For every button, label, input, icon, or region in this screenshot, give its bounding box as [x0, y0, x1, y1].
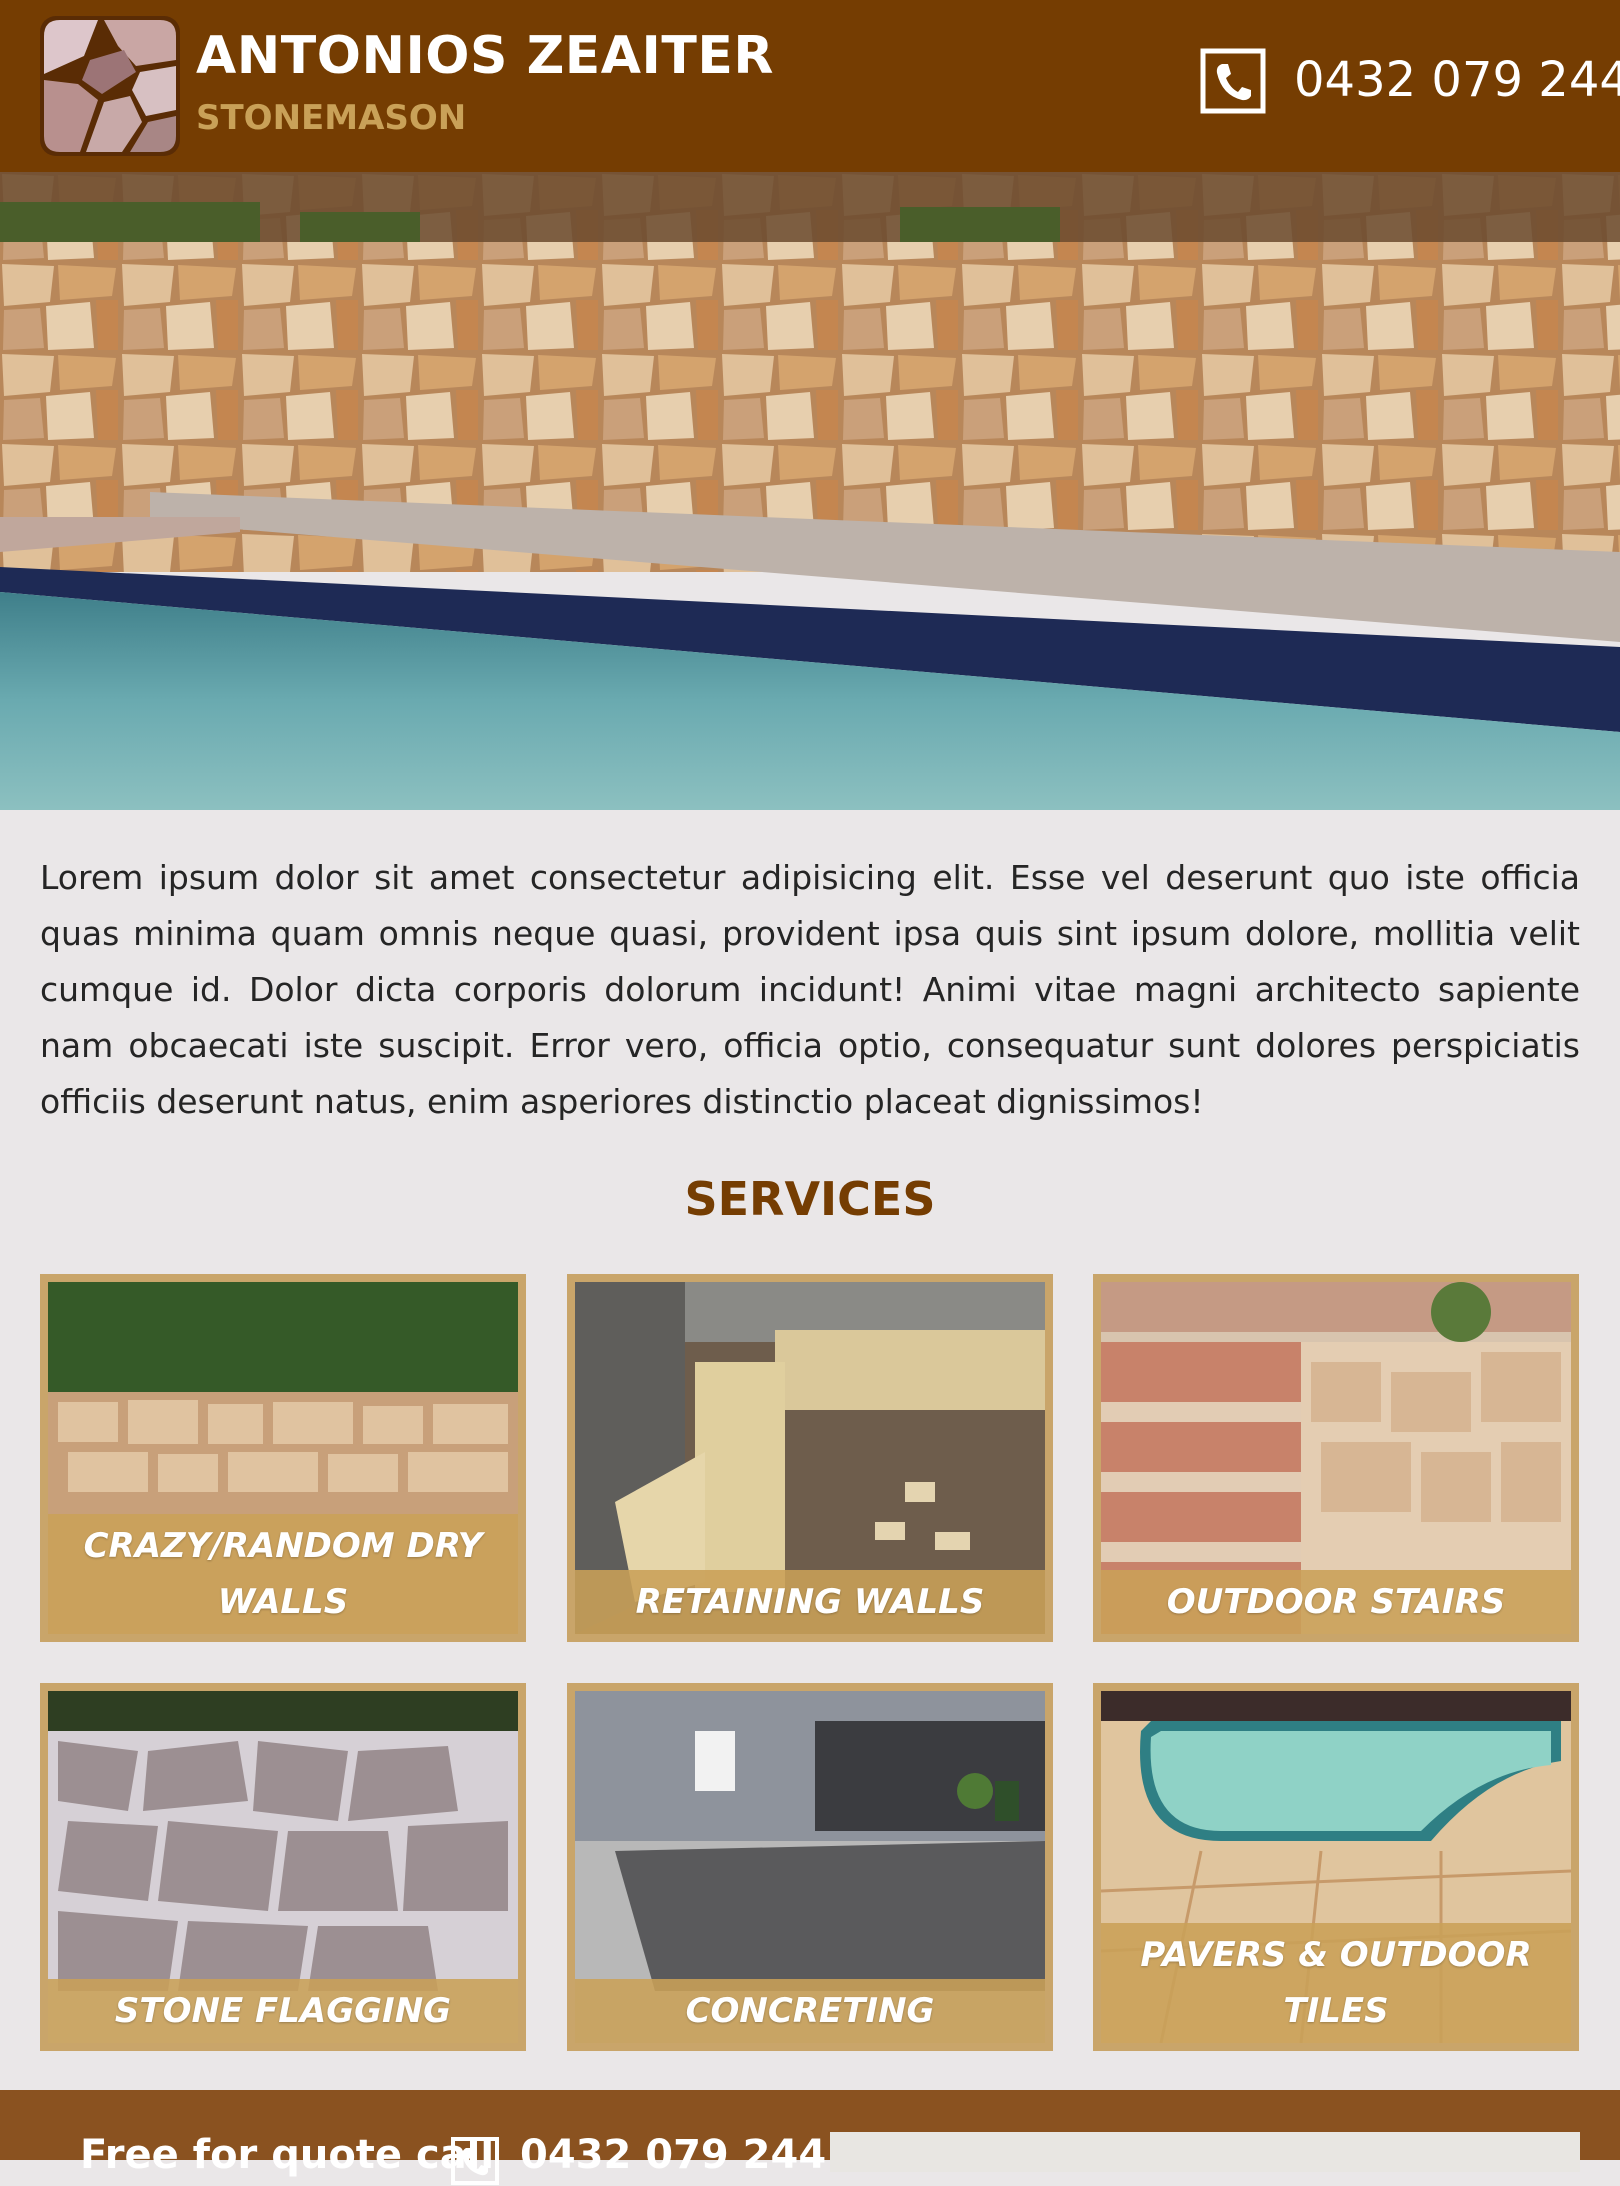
hero-image: [0, 172, 1620, 810]
service-label: RETAINING WALLS: [575, 1570, 1045, 1634]
site-header: ANTONIOS ZEAITER STONEMASON 0432 079 244: [0, 0, 1620, 172]
service-card-outdoor-stairs[interactable]: OUTDOOR STAIRS: [1093, 1274, 1579, 1642]
service-label: OUTDOOR STAIRS: [1101, 1570, 1571, 1634]
footer-phone-number[interactable]: 0432 079 244: [520, 2132, 826, 2178]
services-title: SERVICES: [684, 1172, 936, 1226]
service-card-stone-flagging[interactable]: STONE FLAGGING: [40, 1683, 526, 2051]
service-label: CRAZY/RANDOM DRY WALLS: [48, 1514, 518, 1634]
stone-logo-icon[interactable]: [40, 16, 180, 156]
service-card-dry-walls[interactable]: CRAZY/RANDOM DRY WALLS: [40, 1274, 526, 1642]
phone-icon[interactable]: [450, 2136, 500, 2186]
brand-subtitle: STONEMASON: [196, 98, 467, 138]
footer-quote-text: Free for quote call: [80, 2132, 495, 2178]
service-label: STONE FLAGGING: [48, 1979, 518, 2043]
location-map[interactable]: [830, 2132, 1580, 2172]
service-card-concreting[interactable]: CONCRETING: [567, 1683, 1053, 2051]
service-label: PAVERS & OUTDOOR TILES: [1101, 1923, 1571, 2043]
brand-name[interactable]: ANTONIOS ZEAITER: [196, 26, 774, 86]
service-card-pavers-tiles[interactable]: PAVERS & OUTDOOR TILES: [1093, 1683, 1579, 2051]
header-phone-number[interactable]: 0432 079 244: [1294, 52, 1620, 108]
intro-paragraph: Lorem ipsum dolor sit amet consectetur a…: [40, 858, 1580, 1121]
phone-icon[interactable]: [1200, 48, 1266, 114]
service-label: CONCRETING: [575, 1979, 1045, 2043]
service-card-retaining-walls[interactable]: RETAINING WALLS: [567, 1274, 1053, 1642]
